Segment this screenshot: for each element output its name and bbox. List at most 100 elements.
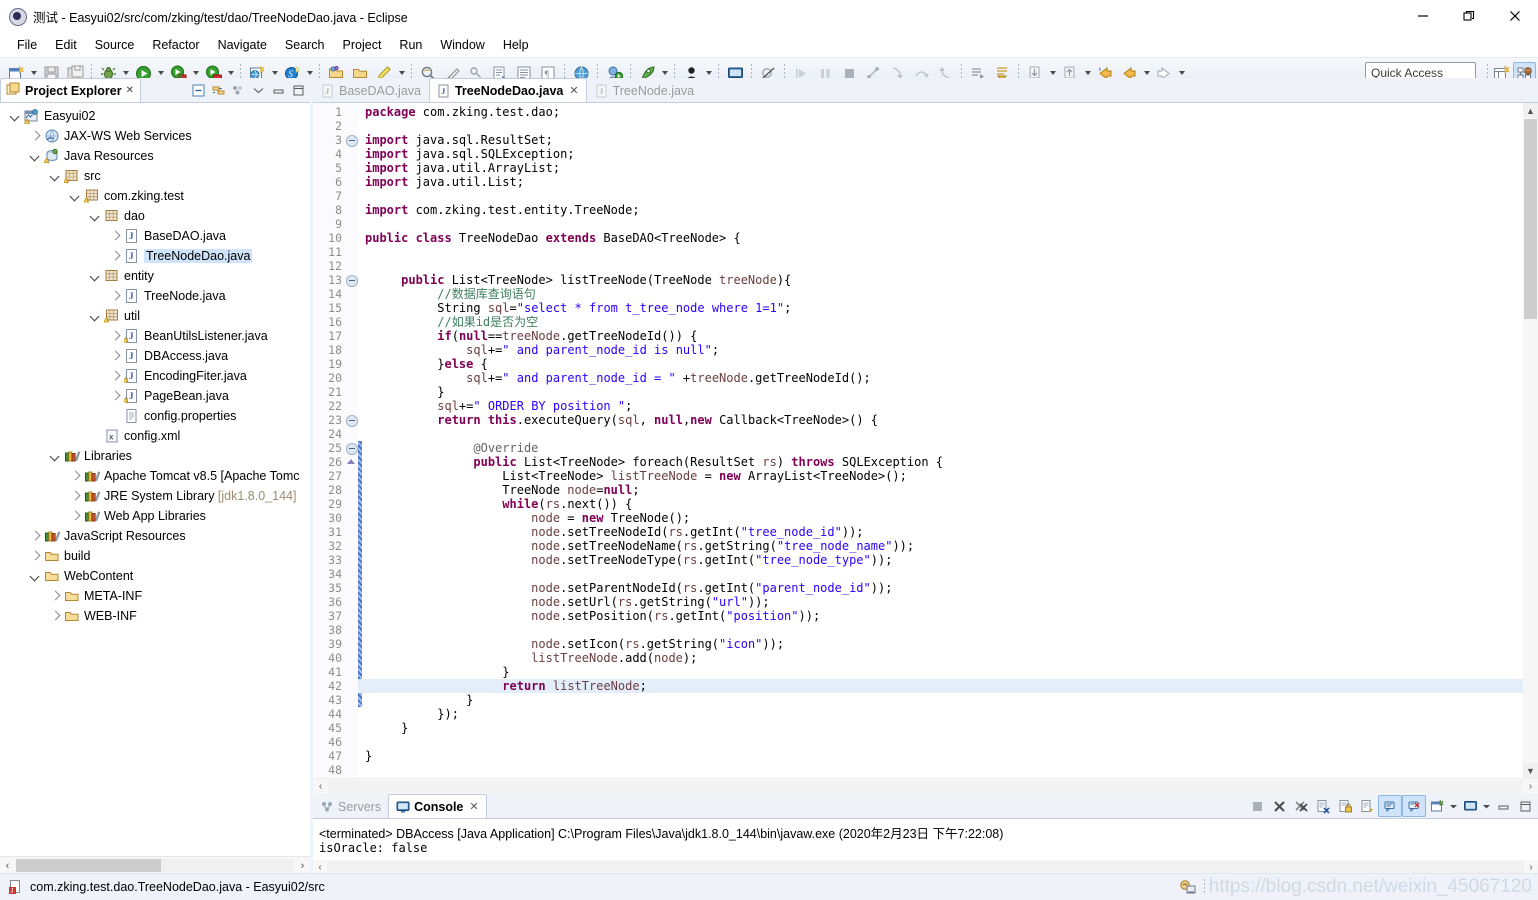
chevron-down-icon[interactable] [10,111,20,121]
chevron-down-icon[interactable] [1481,796,1492,816]
code-line[interactable]: sql+=" and parent_node_id = " +treeNode.… [365,371,1538,385]
code-line[interactable]: node.setTreeNodeId(rs.getInt("tree_node_… [365,525,1538,539]
code-line[interactable]: public List<TreeNode> listTreeNode(TreeN… [365,273,1538,287]
code-line[interactable]: listTreeNode.add(node); [365,651,1538,665]
tree-item-easyui02[interactable]: ! Easyui02 [0,106,310,126]
code-line[interactable] [365,427,1538,441]
chevron-right-icon[interactable] [50,611,60,621]
code-line[interactable] [365,623,1538,637]
tree-item-apache-tomcat-v8-5-apache-tomc[interactable]: Apache Tomcat v8.5 [Apache Tomc [0,466,310,486]
console-tab-servers[interactable]: Servers [313,795,388,818]
code-line[interactable]: sql+=" ORDER BY position "; [365,399,1538,413]
chevron-down-icon[interactable] [30,151,40,161]
code-line[interactable]: node = new TreeNode(); [365,511,1538,525]
code-line[interactable]: import java.sql.SQLException; [365,147,1538,161]
code-line[interactable] [365,245,1538,259]
code-line[interactable]: }); [365,707,1538,721]
tree-item-web-inf[interactable]: WEB-INF [0,606,310,626]
code-line[interactable]: } [365,693,1538,707]
tree-item-meta-inf[interactable]: META-INF [0,586,310,606]
scroll-left-icon[interactable]: ‹ [313,781,328,792]
minimize-icon[interactable] [1492,796,1514,816]
tree-item-pagebean-java[interactable]: J! PageBean.java [0,386,310,406]
code-line[interactable]: public List<TreeNode> foreach(ResultSet … [365,455,1538,469]
minimize-icon[interactable] [268,81,288,100]
tree-item-config-properties[interactable]: config.properties [0,406,310,426]
scroll-right-icon[interactable]: › [1524,862,1538,873]
scroll-right-icon[interactable]: › [1523,781,1538,792]
code-line[interactable] [365,189,1538,203]
editor-hscrollbar[interactable]: ‹ › [313,778,1538,794]
view-menu-chevron-icon[interactable] [248,81,268,100]
menu-item-help[interactable]: Help [494,35,538,55]
remove-launch-icon[interactable] [1268,796,1290,816]
code-line[interactable]: node.setTreeNodeType(rs.getInt("tree_nod… [365,553,1538,567]
scroll-right-icon[interactable]: › [295,858,310,873]
console-output[interactable]: <terminated> DBAccess [Java Application]… [313,819,1538,860]
code-line[interactable]: node.setIcon(rs.getString("icon")); [365,637,1538,651]
code-line[interactable]: node.setTreeNodeName(rs.getString("tree_… [365,539,1538,553]
view-menu-icon[interactable] [1459,796,1481,816]
menu-item-run[interactable]: Run [390,35,431,55]
editor-body[interactable]: 1 2 3 4 5 6 7 8 9 10 11 12 13 14 15 16 17 18 19 20 21 22 23 24 2… [313,103,1538,778]
code-line[interactable]: } [365,721,1538,735]
tree-item-encodingfiter-java[interactable]: J! EncodingFiter.java [0,366,310,386]
open-console-icon[interactable] [1402,795,1426,817]
link-with-editor-icon[interactable] [208,81,228,100]
view-menu-icon[interactable] [228,81,248,100]
folding-column[interactable] [345,103,358,778]
tree-item-config-xml[interactable]: x config.xml [0,426,310,446]
maximize-icon[interactable] [288,81,308,100]
chevron-right-icon[interactable] [30,131,40,141]
menu-item-search[interactable]: Search [276,35,334,55]
explorer-hscrollbar[interactable]: ‹ › [0,856,310,874]
chevron-right-icon[interactable] [50,591,60,601]
tree-item-dao[interactable]: dao [0,206,310,226]
code-line[interactable]: return this.executeQuery(sql, null,new C… [365,413,1538,427]
tab-project-explorer[interactable]: Project Explorer ✕ [0,78,141,102]
remove-all-launches-icon[interactable] [1290,796,1312,816]
code-line[interactable]: } [365,385,1538,399]
console-tab-console[interactable]: Console ✕ [388,794,487,818]
chevron-right-icon[interactable] [30,551,40,561]
menu-item-source[interactable]: Source [86,35,144,55]
tree-item-java-resources[interactable]: ! Java Resources [0,146,310,166]
chevron-down-icon[interactable] [90,311,100,321]
editor-vscrollbar[interactable]: ▲ ▼ [1523,103,1538,778]
maximize-button[interactable] [1446,1,1492,31]
code-line[interactable]: }else { [365,357,1538,371]
scroll-up-icon[interactable]: ▲ [1523,103,1538,118]
fold-marker[interactable] [345,455,358,469]
fold-marker[interactable] [345,413,358,427]
code-line[interactable]: //如果id是否为空 [365,315,1538,329]
scroll-down-icon[interactable]: ▼ [1523,763,1538,778]
menu-item-edit[interactable]: Edit [46,35,86,55]
fold-marker[interactable] [345,133,358,147]
code-line[interactable]: if(null==treeNode.getTreeNodeId()) { [365,329,1538,343]
code-line[interactable]: node.setParentNodeId(rs.getInt("parent_n… [365,581,1538,595]
chevron-right-icon[interactable] [70,471,80,481]
tree-item-webcontent[interactable]: WebContent [0,566,310,586]
chevron-right-icon[interactable] [30,531,40,541]
tree-item-dbaccess-java[interactable]: J DBAccess.java [0,346,310,366]
scroll-left-icon[interactable]: ‹ [313,862,327,873]
smartinsert-icon[interactable] [1176,877,1200,897]
scroll-left-icon[interactable]: ‹ [0,858,15,873]
code-line[interactable]: } [365,749,1538,763]
project-tree[interactable]: ! Easyui02 JAX-WS Web Services! Java Resour… [0,103,310,856]
code-line[interactable] [365,763,1538,777]
tree-item-build[interactable]: build [0,546,310,566]
code-line[interactable] [365,259,1538,273]
tree-item-jax-ws-web-services[interactable]: JAX-WS Web Services [0,126,310,146]
tree-item-libraries[interactable]: Libraries [0,446,310,466]
editor-hscroll-track[interactable] [328,780,1523,793]
code-line[interactable]: import java.util.List; [365,175,1538,189]
code-line[interactable]: import java.sql.ResultSet; [365,133,1538,147]
code-line[interactable]: node.setPosition(rs.getInt("position")); [365,609,1538,623]
editor-scroll-thumb[interactable] [1524,119,1537,319]
fold-marker[interactable] [345,441,358,455]
code-line[interactable] [365,735,1538,749]
explorer-scroll-track[interactable] [16,859,294,872]
editor-tab-treenode-java[interactable]: J TreeNode.java [587,78,703,102]
tree-item-jre-system-library[interactable]: JRE System Library [jdk1.8.0_144] [0,486,310,506]
